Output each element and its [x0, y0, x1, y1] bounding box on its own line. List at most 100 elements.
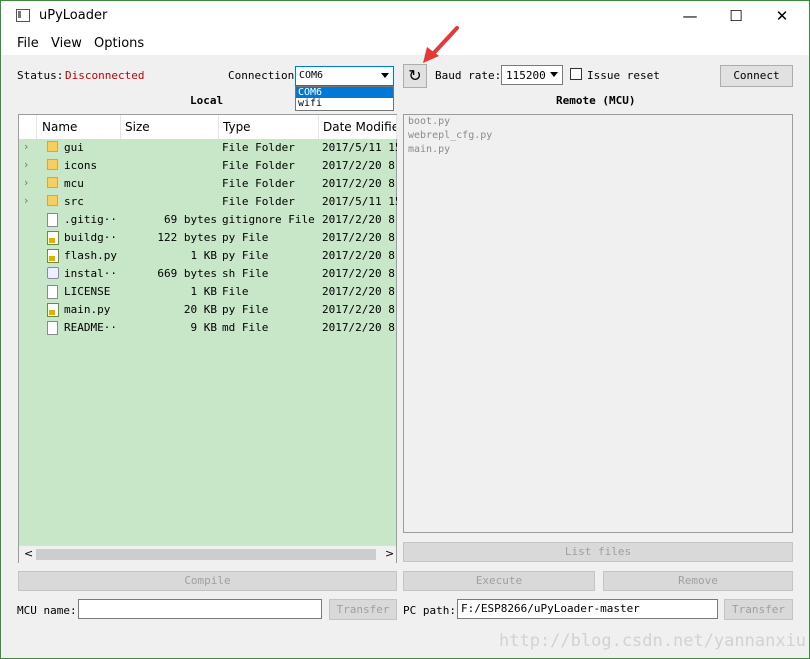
scroll-left-icon[interactable]: < — [24, 547, 33, 560]
annotation-arrow-icon — [423, 26, 459, 63]
folder-icon — [47, 177, 58, 188]
refresh-button[interactable]: ↻ — [403, 64, 427, 88]
remove-button[interactable]: Remove — [603, 571, 793, 591]
list-files-button[interactable]: List files — [403, 542, 793, 562]
file-row[interactable]: main.py 20 KB py File 2017/2/20 8:1 — [19, 301, 397, 319]
title-bar: uPyLoader — ☐ ✕ — [1, 1, 809, 31]
file-size: 1 KB — [190, 285, 218, 298]
column-size[interactable]: Size — [121, 115, 219, 139]
file-name: main.py — [64, 303, 111, 316]
file-row[interactable]: › src File Folder 2017/5/11 15: — [19, 193, 397, 211]
watermark: http://blog.csdn.net/yannanxiu — [499, 631, 807, 651]
menu-options[interactable]: Options — [94, 36, 144, 51]
file-type: py File — [222, 303, 269, 316]
file-size: 20 KB — [183, 303, 217, 316]
baud-value: 115200 — [506, 69, 546, 82]
file-row[interactable]: › icons File Folder 2017/2/20 8:1 — [19, 157, 397, 175]
chevron-down-icon — [550, 72, 558, 77]
file-row[interactable]: › mcu File Folder 2017/2/20 8:1 — [19, 175, 397, 193]
horizontal-scrollbar[interactable]: < > — [19, 545, 396, 563]
chevron-down-icon — [381, 73, 389, 78]
menu-view[interactable]: View — [51, 36, 82, 51]
column-date[interactable]: Date Modifie — [319, 115, 397, 139]
file-name: instal··· — [64, 267, 119, 280]
expand-chevron-icon[interactable]: › — [24, 158, 28, 171]
file-date: 2017/2/20 8:1 — [322, 285, 397, 298]
file-row[interactable]: flash.py 1 KB py File 2017/2/20 8:1 — [19, 247, 397, 265]
text-file-icon — [47, 213, 58, 227]
column-name[interactable]: Name — [37, 115, 121, 139]
file-date: 2017/5/11 15: — [322, 141, 397, 154]
local-file-tree: Name Size Type Date Modifie › gui File Fol… — [18, 114, 397, 563]
expand-chevron-icon[interactable]: › — [24, 140, 28, 153]
file-name: gui — [64, 141, 84, 154]
execute-button[interactable]: Execute — [403, 571, 595, 591]
python-file-icon — [47, 231, 59, 245]
file-row[interactable]: .gitig··· 69 bytes gitignore File 2017/2/20… — [19, 211, 397, 229]
close-button[interactable]: ✕ — [759, 1, 805, 31]
compile-button[interactable]: Compile — [18, 571, 397, 591]
scroll-right-icon[interactable]: > — [385, 547, 394, 560]
file-date: 2017/2/20 8:1 — [322, 231, 397, 244]
file-name: .gitig··· — [64, 213, 119, 226]
file-name: README··· — [64, 321, 119, 334]
file-date: 2017/2/20 8:1 — [322, 159, 397, 172]
issue-reset-label: Issue reset — [587, 69, 660, 82]
file-type: md File — [222, 321, 269, 334]
connection-option-wifi[interactable]: wifi — [296, 98, 393, 109]
file-row[interactable]: LICENSE 1 KB File 2017/2/20 8:1 — [19, 283, 397, 301]
expand-chevron-icon[interactable]: › — [24, 176, 28, 189]
folder-icon — [47, 159, 58, 170]
app-icon — [16, 9, 30, 22]
minimize-button[interactable]: — — [667, 1, 713, 31]
file-date: 2017/2/20 8:1 — [322, 267, 397, 280]
pc-path-label: PC path: — [403, 604, 456, 617]
file-icon — [47, 321, 58, 335]
scroll-thumb[interactable] — [36, 549, 376, 560]
maximize-button[interactable]: ☐ — [713, 1, 759, 31]
file-date: 2017/2/20 8:1 — [322, 177, 397, 190]
connect-button[interactable]: Connect — [720, 65, 793, 87]
connection-select[interactable]: COM6 — [295, 66, 394, 86]
column-type[interactable]: Type — [219, 115, 319, 139]
issue-reset-checkbox[interactable] — [570, 68, 582, 80]
file-row[interactable]: README··· 9 KB md File 2017/2/20 8:1 — [19, 319, 397, 337]
app-window: uPyLoader — ☐ ✕ File View Options Status… — [0, 0, 810, 659]
window-title: uPyLoader — [39, 8, 108, 23]
remote-file-item[interactable]: main.py — [408, 144, 450, 155]
file-size: 122 bytes — [157, 231, 217, 244]
connection-option-com6[interactable]: COM6 — [296, 87, 393, 98]
file-type: py File — [222, 249, 269, 262]
file-row[interactable]: › gui File Folder 2017/5/11 15: — [19, 139, 397, 157]
transfer-to-pc-button[interactable]: Transfer — [724, 599, 793, 620]
file-date: 2017/2/20 8:1 — [322, 249, 397, 262]
file-size: 1 KB — [190, 249, 218, 262]
file-name: icons — [64, 159, 98, 172]
file-list: › gui File Folder 2017/5/11 15: › icons File F… — [19, 139, 397, 543]
transfer-to-mcu-button[interactable]: Transfer — [329, 599, 397, 620]
baud-select[interactable]: 115200 — [501, 65, 563, 85]
file-type: File Folder — [222, 159, 295, 172]
file-date: 2017/2/20 8:1 — [322, 303, 397, 316]
file-date: 2017/5/11 15: — [322, 195, 397, 208]
remote-file-item[interactable]: boot.py — [408, 116, 450, 127]
mcu-name-input[interactable] — [78, 599, 322, 619]
python-file-icon — [47, 249, 59, 263]
file-type: File — [222, 285, 249, 298]
menu-file[interactable]: File — [17, 36, 39, 51]
file-name: buildg··· — [64, 231, 119, 244]
menu-bar: File View Options — [1, 31, 809, 55]
status-label: Status: — [17, 69, 64, 82]
expand-chevron-icon[interactable]: › — [24, 194, 28, 207]
file-date: 2017/2/20 8:1 — [322, 321, 397, 334]
file-row[interactable]: instal··· 669 bytes sh File 2017/2/20 8:1 — [19, 265, 397, 283]
file-name: LICENSE — [64, 285, 111, 298]
remote-file-item[interactable]: webrepl_cfg.py — [408, 130, 492, 141]
file-size: 669 bytes — [157, 267, 217, 280]
file-name: mcu — [64, 177, 84, 190]
file-row[interactable]: buildg··· 122 bytes py File 2017/2/20 8:1 — [19, 229, 397, 247]
file-name: src — [64, 195, 84, 208]
remote-title: Remote (MCU) — [556, 94, 636, 107]
file-type: File Folder — [222, 177, 295, 190]
pc-path-input[interactable]: F:/ESP8266/uPyLoader-master — [457, 599, 718, 619]
